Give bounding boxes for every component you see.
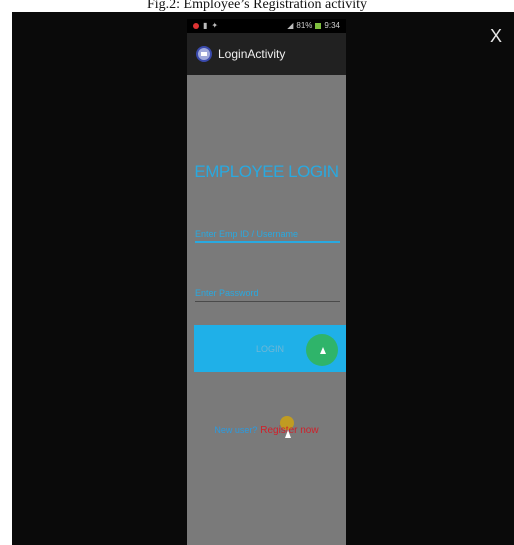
register-row: New user? Register now	[187, 425, 346, 436]
username-field[interactable]: Enter Emp ID / Username	[195, 225, 340, 243]
android-icon: ✦	[211, 21, 219, 30]
close-icon[interactable]: X	[490, 26, 502, 46]
cursor-icon	[320, 347, 326, 354]
page-title: EMPLOYEE LOGIN	[194, 162, 339, 181]
status-bar: ▮ ✦ ◢ 81% 9:34	[187, 19, 346, 33]
password-field[interactable]: Enter Password	[195, 284, 340, 302]
notification-icon	[193, 23, 199, 29]
battery-percent: 81%	[296, 21, 313, 30]
activity-title: LoginActivity	[218, 47, 286, 61]
login-button-label: LOGIN	[255, 343, 284, 354]
usb-icon: ▮	[203, 21, 208, 30]
pointer-icon	[285, 430, 291, 438]
register-prompt: New user?	[214, 425, 258, 435]
login-button[interactable]: LOGIN	[194, 325, 346, 372]
battery-icon	[315, 23, 322, 29]
app-icon	[196, 46, 212, 62]
clock: 9:34	[324, 21, 340, 30]
figure-caption: Fig.2: Employee’s Registration activity	[146, 0, 368, 12]
phone-screen: ▮ ✦ ◢ 81% 9:34 LoginActivity EMPLOYEE LO…	[187, 19, 346, 545]
action-bar: LoginActivity	[187, 33, 346, 75]
signal-icon: ◢	[287, 21, 294, 30]
